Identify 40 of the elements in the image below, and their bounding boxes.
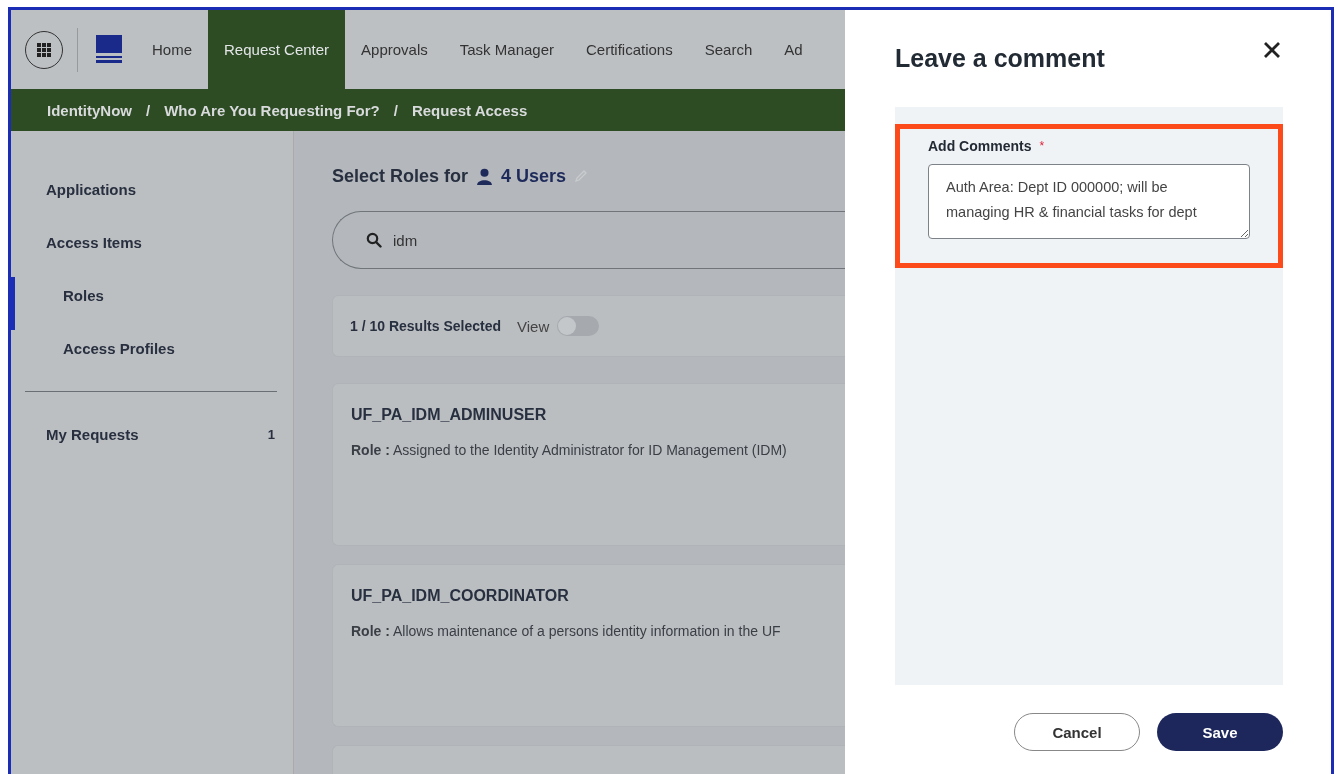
sidebar-item[interactable]: Applications: [11, 171, 293, 224]
user-icon: [476, 167, 494, 185]
drawer-title: Leave a comment: [895, 43, 1105, 73]
breadcrumb-link[interactable]: IdentityNow: [47, 101, 132, 119]
nav-tab[interactable]: Home: [136, 10, 208, 89]
comment-field[interactable]: Auth Area: Dept ID 000000; will be managing HR & financial tasks for dept: [928, 164, 1250, 239]
results-count: 1 / 10 Results Selected: [350, 318, 501, 334]
nav-tab[interactable]: Task Manager: [443, 10, 570, 89]
role-title: UF_PA_IDM_COORDINATOR: [351, 587, 570, 605]
required-mark: *: [1039, 139, 1045, 153]
user-count-link[interactable]: 4 Users: [501, 165, 567, 187]
breadcrumb-separator: /: [393, 101, 398, 119]
save-button[interactable]: Save: [1157, 713, 1283, 751]
role-description: Role : Allows maintenance of a persons identity information in the UF: [351, 623, 782, 639]
search-icon: [366, 232, 382, 248]
role-card[interactable]: UF_PA_IDM_COORDINATOR Role : Allows maintenance of a persons identity information in the UF: [332, 564, 845, 727]
sidebar-item[interactable]: Access Items: [11, 224, 293, 277]
field-label: Add Comments: [928, 138, 1032, 154]
nav-tab[interactable]: Certifications: [570, 10, 689, 89]
breadcrumb-link[interactable]: Who Are You Requesting For?: [164, 101, 380, 119]
close-icon[interactable]: [1263, 41, 1281, 59]
breadcrumb-link[interactable]: Request Access: [411, 101, 528, 119]
sidebar-item[interactable]: Roles: [11, 277, 293, 330]
role-card[interactable]: UF_PA_IDM_ADMINUSER Role : Assigned to the Identity Administrator for ID Management (IDM): [332, 383, 845, 546]
sidebar-item[interactable]: Access Profiles: [11, 330, 293, 383]
role-description: Role : Assigned to the Identity Administrator for ID Management (IDM): [351, 442, 788, 458]
nav-tab[interactable]: Search: [688, 10, 769, 89]
sidebar-item[interactable]: My Requests: [11, 416, 139, 469]
view-label: View: [516, 317, 550, 335]
nav-tab[interactable]: Ad: [768, 10, 819, 89]
grid-icon: [37, 42, 51, 57]
search-field[interactable]: idm: [332, 211, 845, 269]
view-toggle[interactable]: [557, 316, 600, 336]
role-title: UF_PA_IDM_ADMINUSER: [351, 406, 548, 424]
request-count: 1: [267, 426, 275, 444]
cancel-button[interactable]: Cancel: [1014, 713, 1140, 751]
breadcrumb-separator: /: [146, 101, 151, 119]
page-heading: Select Roles for: [332, 165, 469, 187]
nav-tab[interactable]: Approvals: [345, 10, 444, 89]
nav-tab[interactable]: Request Center: [208, 10, 346, 89]
